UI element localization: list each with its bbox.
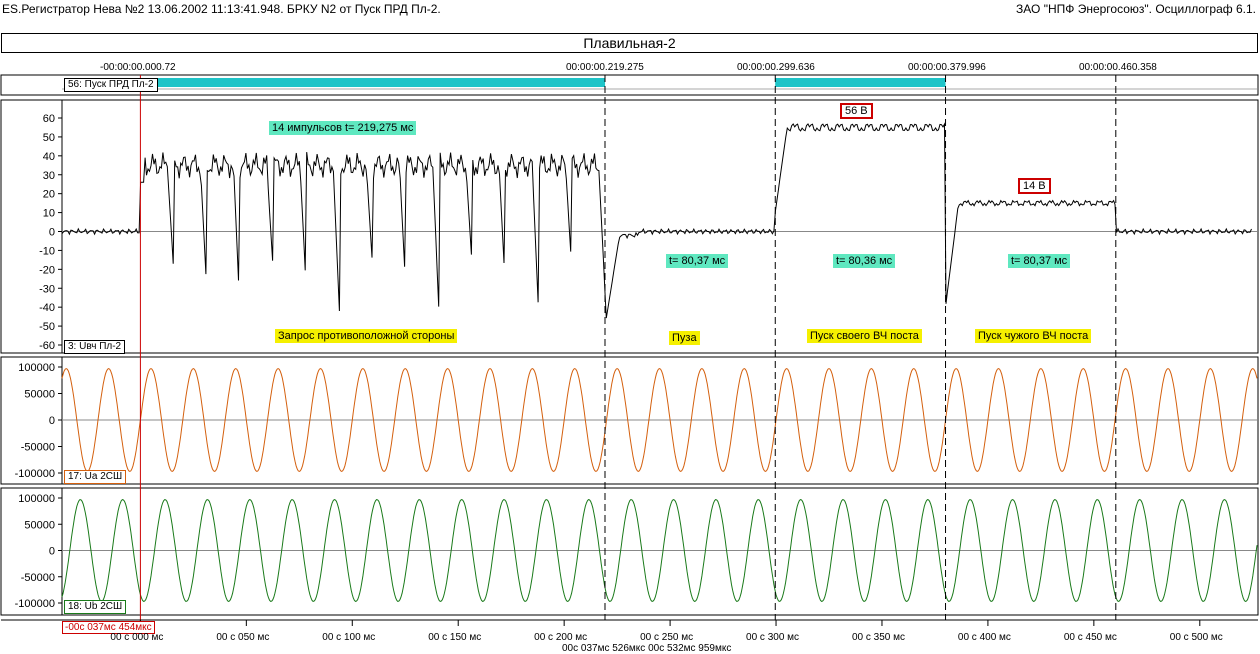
y-tick-0: 0 [49, 227, 55, 239]
y-tick-2: -50000 [21, 572, 55, 584]
duration-other: t= 80,37 мс [1008, 254, 1071, 268]
time-tick-label: 00 с 500 мс [1169, 632, 1223, 643]
waveform-0 [61, 122, 1252, 319]
digital-on-bar-1 [775, 78, 946, 87]
y-tick-0: -30 [39, 283, 55, 295]
y-tick-1: -100000 [15, 468, 55, 480]
y-tick-0: 40 [43, 151, 55, 163]
top-time-4: 00:00:00.460.358 [1079, 62, 1157, 73]
segment-pusk-own: Пуск своего ВЧ поста [807, 329, 922, 343]
time-tick-label: 00 с 400 мс [957, 632, 1011, 643]
segment-zapros: Запрос противоположной стороны [275, 329, 458, 343]
time-tick-label: 00 с 150 мс [428, 632, 482, 643]
y-tick-0: 50 [43, 132, 55, 144]
y-tick-2: 100000 [18, 493, 55, 505]
y-tick-0: -20 [39, 264, 55, 276]
y-tick-0: 20 [43, 189, 55, 201]
time-tick-label: 00 с 050 мс [216, 632, 270, 643]
y-tick-0: -50 [39, 321, 55, 333]
time-range-footer: 00с 037мс 526мкс 00с 532мс 959мкс [562, 643, 732, 654]
y-tick-0: -40 [39, 302, 55, 314]
y-tick-1: -50000 [21, 442, 55, 454]
y-tick-0: 10 [43, 208, 55, 220]
top-time-3: 00:00:00.379.996 [908, 62, 986, 73]
digital-channel-label[interactable]: 56: Пуск ПРД Пл-2 [64, 78, 158, 92]
panel-frame-0 [0, 99, 1259, 354]
channel-label-uvch[interactable]: 3: Uвч Пл-2 [64, 340, 126, 354]
voltage-56-marker: 56 В [840, 103, 873, 119]
oscillogram-canvas[interactable]: 60 50 40 30 20 10 0 -10 -20 -30 -40 -50 -60 100000 500… [0, 0, 1260, 650]
segment-pause: Пуза [669, 331, 700, 345]
time-tick-label: 00 с 300 мс [746, 632, 800, 643]
segment-pusk-other: Пуск чужого ВЧ поста [975, 329, 1092, 343]
time-tick-label: 00 с 000 мс [110, 632, 164, 643]
y-tick-2: 50000 [24, 519, 55, 531]
time-tick-label: 00 с 250 мс [640, 632, 694, 643]
top-time-1: 00:00:00.219.275 [566, 62, 644, 73]
top-time-0: -00:00:00.000.72 [100, 62, 176, 73]
y-tick-2: 0 [49, 546, 55, 558]
channel-label-ua[interactable]: 17: Ua 2СШ [64, 470, 127, 484]
channel-label-ub[interactable]: 18: Ub 2СШ [64, 600, 127, 614]
y-tick-0: -10 [39, 245, 55, 257]
duration-own: t= 80,36 мс [833, 254, 896, 268]
time-tick-label: 00 с 200 мс [534, 632, 588, 643]
time-tick-label: 00 с 350 мс [851, 632, 905, 643]
y-tick-1: 50000 [24, 389, 55, 401]
top-time-2: 00:00:00.299.636 [737, 62, 815, 73]
y-tick-1: 100000 [18, 362, 55, 374]
y-tick-0: 30 [43, 170, 55, 182]
duration-pause: t= 80,37 мс [666, 254, 729, 268]
time-tick-label: 00 с 450 мс [1063, 632, 1117, 643]
voltage-14-marker: 14 В [1018, 178, 1051, 194]
y-tick-0: 60 [43, 113, 55, 125]
y-tick-1: 0 [49, 415, 55, 427]
digital-on-bar-0 [140, 78, 606, 87]
y-tick-2: -100000 [15, 598, 55, 610]
impulses-annotation: 14 импульсов t= 219,275 мс [269, 121, 417, 135]
y-tick-0: -60 [39, 340, 55, 352]
time-tick-label: 00 с 100 мс [322, 632, 376, 643]
